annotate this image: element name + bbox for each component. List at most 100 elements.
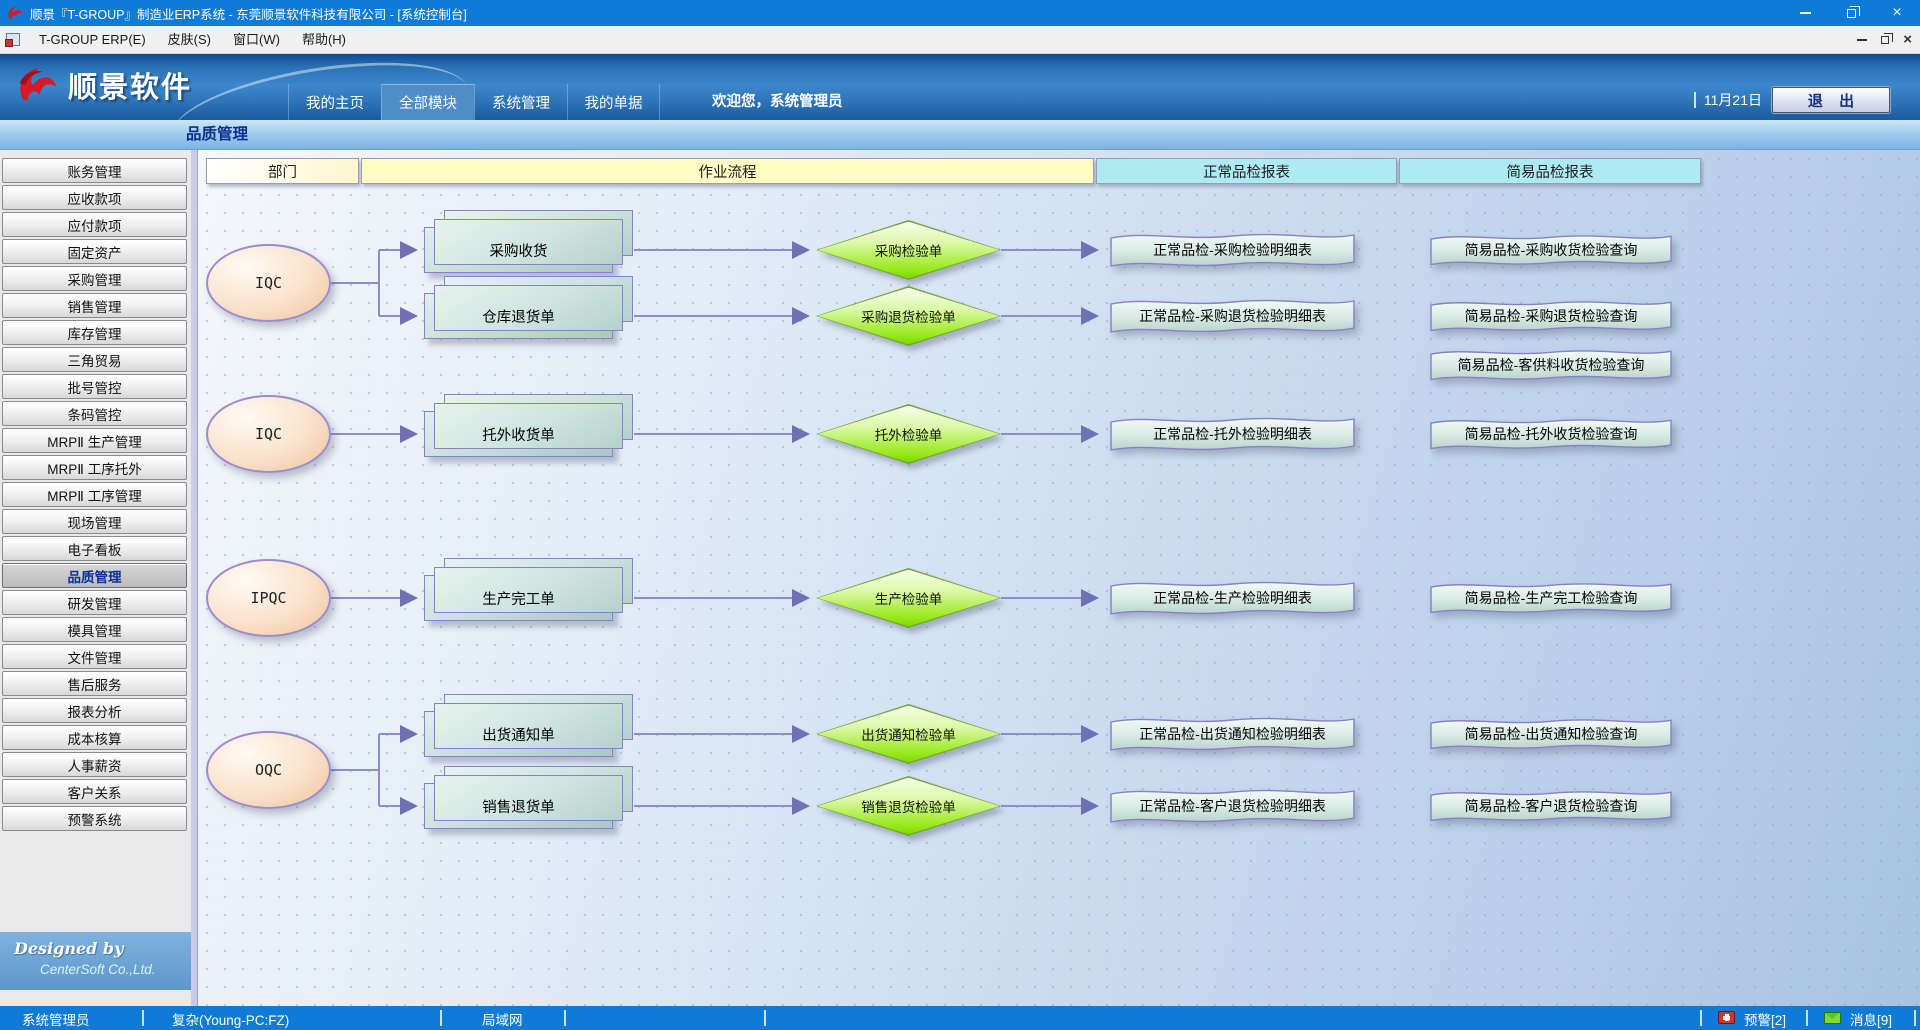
- status-user: 系统管理员: [22, 1009, 90, 1029]
- sidebar-item-19[interactable]: 售后服务: [2, 671, 187, 696]
- sidebar-item-21[interactable]: 成本核算: [2, 725, 187, 750]
- sidebar-item-24[interactable]: 预警系统: [2, 806, 187, 831]
- doc-shipping-notice[interactable]: 出货通知单: [424, 711, 613, 757]
- simple-report-purchase-return[interactable]: 简易品检-采购退货检验查询: [1426, 296, 1676, 336]
- sidebar-item-1[interactable]: 应收款项: [2, 185, 187, 210]
- simple-report-shipping-notice[interactable]: 简易品检-出货通知检验查询: [1426, 714, 1676, 754]
- inspection-purchase[interactable]: 采购检验单: [816, 220, 1001, 280]
- erp-window: { "titlebar": { "app_title": "顺景『T-GROUP…: [0, 0, 1920, 1030]
- doc-production-complete[interactable]: 生产完工单: [424, 575, 613, 621]
- status-separator: [142, 1010, 144, 1026]
- close-icon: ×: [1903, 31, 1912, 48]
- inspection-purchase-return[interactable]: 采购退货检验单: [816, 286, 1001, 346]
- dept-ellipse-iqc-2: IQC: [206, 395, 331, 473]
- sidebar-item-13[interactable]: 现场管理: [2, 509, 187, 534]
- normal-report-outsource[interactable]: 正常品检-托外检验明细表: [1106, 412, 1359, 456]
- sidebar-item-10[interactable]: MRPⅡ 生产管理: [2, 428, 187, 453]
- close-button[interactable]: ×: [1874, 0, 1920, 26]
- minimize-button[interactable]: [1782, 0, 1828, 26]
- brand-logo: 顺景软件: [14, 63, 192, 107]
- diamond-label: 出货通知检验单: [818, 706, 1000, 763]
- page-title: 品质管理: [186, 120, 248, 150]
- sidebar-item-0[interactable]: 账务管理: [2, 158, 187, 183]
- diamond-label: 采购检验单: [818, 222, 1000, 279]
- doc-purchase-receipt[interactable]: 采购收货: [424, 227, 613, 273]
- normal-report-purchase-return[interactable]: 正常品检-采购退货检验明细表: [1106, 294, 1359, 338]
- inspection-outsource[interactable]: 托外检验单: [816, 404, 1001, 464]
- normal-report-shipping[interactable]: 正常品检-出货通知检验明细表: [1106, 712, 1359, 756]
- status-separator: [564, 1010, 566, 1026]
- report-label: 简易品检-出货通知检验查询: [1426, 714, 1676, 754]
- report-label: 简易品检-客户退货检验查询: [1426, 786, 1676, 826]
- alert-icon: [1718, 1011, 1735, 1024]
- mdi-minimize-button[interactable]: [1857, 39, 1867, 41]
- current-date: 11月21日: [1704, 90, 1762, 110]
- simple-report-purchase-receipt[interactable]: 简易品检-采购收货检验查询: [1426, 230, 1676, 270]
- status-messages[interactable]: 消息[9]: [1850, 1009, 1892, 1029]
- menu-item-3[interactable]: 帮助(H): [291, 29, 357, 51]
- sidebar-item-16[interactable]: 研发管理: [2, 590, 187, 615]
- simple-report-production-complete[interactable]: 简易品检-生产完工检验查询: [1426, 578, 1676, 618]
- inspection-shipping[interactable]: 出货通知检验单: [816, 704, 1001, 764]
- normal-report-purchase[interactable]: 正常品检-采购检验明细表: [1106, 228, 1359, 272]
- sidebar-item-6[interactable]: 库存管理: [2, 320, 187, 345]
- inspection-sales-return[interactable]: 销售退货检验单: [816, 776, 1001, 836]
- restore-button[interactable]: [1828, 0, 1874, 26]
- diamond-label: 采购退货检验单: [818, 288, 1000, 345]
- nav-tab-3[interactable]: 我的单据: [567, 84, 660, 120]
- nav-tab-0[interactable]: 我的主页: [288, 84, 381, 120]
- sidebar-item-23[interactable]: 客户关系: [2, 779, 187, 804]
- inspection-production[interactable]: 生产检验单: [816, 568, 1001, 628]
- doc-sales-return[interactable]: 销售退货单: [424, 783, 613, 829]
- page-title-strip: 品质管理: [0, 120, 1920, 150]
- sidebar-item-22[interactable]: 人事薪资: [2, 752, 187, 777]
- sidebar-item-12[interactable]: MRPⅡ 工序管理: [2, 482, 187, 507]
- simple-report-customer-supplied[interactable]: 简易品检-客供料收货检验查询: [1426, 345, 1676, 385]
- mdi-close-button[interactable]: ×: [1903, 31, 1912, 49]
- banner: 顺景软件 我的主页全部模块系统管理我的单据 欢迎您，系统管理员 11月21日 退…: [0, 54, 1920, 120]
- report-label: 简易品检-生产完工检验查询: [1426, 578, 1676, 618]
- report-label: 正常品检-客户退货检验明细表: [1106, 784, 1359, 828]
- sidebar-item-14[interactable]: 电子看板: [2, 536, 187, 561]
- sidebar-item-9[interactable]: 条码管控: [2, 401, 187, 426]
- report-label: 简易品检-采购收货检验查询: [1426, 230, 1676, 270]
- normal-report-production[interactable]: 正常品检-生产检验明细表: [1106, 576, 1359, 620]
- diamond-label: 生产检验单: [818, 570, 1000, 627]
- report-label: 正常品检-生产检验明细表: [1106, 576, 1359, 620]
- nav-tab-2[interactable]: 系统管理: [474, 84, 567, 120]
- date-display: 11月21日: [1694, 90, 1762, 110]
- sidebar-item-4[interactable]: 采购管理: [2, 266, 187, 291]
- sidebar-item-18[interactable]: 文件管理: [2, 644, 187, 669]
- menu-items: T-GROUP ERP(E)皮肤(S)窗口(W)帮助(H): [28, 29, 357, 51]
- sidebar-item-17[interactable]: 模具管理: [2, 617, 187, 642]
- report-label: 简易品检-客供料收货检验查询: [1426, 345, 1676, 385]
- menu-bar: T-GROUP ERP(E)皮肤(S)窗口(W)帮助(H) ×: [0, 26, 1920, 54]
- menu-item-1[interactable]: 皮肤(S): [157, 29, 222, 51]
- doc-warehouse-return[interactable]: 仓库退货单: [424, 293, 613, 339]
- sidebar-item-8[interactable]: 批号管控: [2, 374, 187, 399]
- sidebar-item-11[interactable]: MRPⅡ 工序托外: [2, 455, 187, 480]
- sidebar-item-7[interactable]: 三角贸易: [2, 347, 187, 372]
- nav-tab-1[interactable]: 全部模块: [381, 84, 474, 120]
- sidebar-item-20[interactable]: 报表分析: [2, 698, 187, 723]
- simple-report-outsource-receipt[interactable]: 简易品检-托外收货检验查询: [1426, 414, 1676, 454]
- simple-report-customer-return[interactable]: 简易品检-客户退货检验查询: [1426, 786, 1676, 826]
- minimize-icon: [1857, 39, 1867, 41]
- window-title: 顺景『T-GROUP』制造业ERP系统 - 东莞顺景软件科技有限公司 - [系统…: [30, 4, 467, 23]
- status-alerts[interactable]: 预警[2]: [1744, 1009, 1786, 1029]
- doc-outsource-receipt[interactable]: 托外收货单: [424, 411, 613, 457]
- menu-item-2[interactable]: 窗口(W): [222, 29, 291, 51]
- window-controls: ×: [1782, 0, 1920, 26]
- status-separator: [1914, 1010, 1916, 1026]
- sidebar-item-5[interactable]: 销售管理: [2, 293, 187, 318]
- mdi-restore-button[interactable]: [1881, 36, 1889, 44]
- close-icon: ×: [1892, 5, 1901, 21]
- sidebar-item-15[interactable]: 品质管理: [2, 563, 187, 588]
- normal-report-customer-return[interactable]: 正常品检-客户退货检验明细表: [1106, 784, 1359, 828]
- sidebar-item-3[interactable]: 固定资产: [2, 239, 187, 264]
- menu-item-0[interactable]: T-GROUP ERP(E): [28, 29, 157, 51]
- report-label: 正常品检-出货通知检验明细表: [1106, 712, 1359, 756]
- exit-button[interactable]: 退 出: [1772, 87, 1890, 113]
- designed-by-panel: Designed by CenterSoft Co.,Ltd.: [0, 932, 191, 990]
- sidebar-item-2[interactable]: 应付款项: [2, 212, 187, 237]
